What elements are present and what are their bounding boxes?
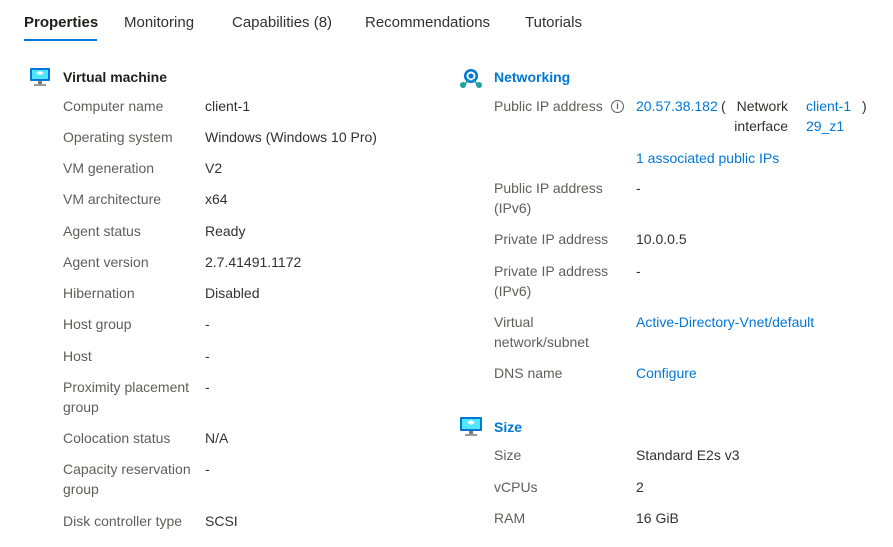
vm-value-host: -	[205, 348, 210, 364]
vm-label-host-group: Host group	[63, 316, 132, 332]
tab-recommendations[interactable]: Recommendations	[365, 14, 490, 31]
vm-label-architecture: VM architecture	[63, 191, 162, 207]
size-label-ram: RAM	[494, 510, 526, 526]
net-paren-open: (	[721, 98, 726, 114]
vm-label-disk-controller-type: Disk controller type	[63, 513, 183, 529]
tab-bar: Properties Monitoring Capabilities (8) R…	[0, 0, 893, 48]
vm-value-agent-status: Ready	[205, 223, 246, 239]
vm-label-host: Host	[63, 348, 92, 364]
net-label-public-ip: Public IP address	[494, 98, 603, 114]
net-label-dns-name: DNS name	[494, 365, 563, 381]
networking-section-title[interactable]: Networking	[494, 69, 570, 85]
info-icon[interactable]: i	[611, 100, 624, 113]
vm-value-proximity-placement-group: -	[205, 379, 210, 395]
vm-value-hibernation: Disabled	[205, 285, 260, 301]
size-value-vcpus: 2	[636, 479, 644, 495]
net-associated-public-ips-link[interactable]: 1 associated public IPs	[636, 148, 779, 168]
net-value-private-ip-ipv6: -	[636, 263, 641, 279]
size-icon	[460, 417, 482, 436]
net-value-public-ip-ipv6: -	[636, 180, 641, 196]
tab-tutorials[interactable]: Tutorials	[525, 14, 582, 31]
vm-label-os: Operating system	[63, 129, 173, 145]
vm-label-agent-version: Agent version	[63, 254, 149, 270]
vm-label-agent-status: Agent status	[63, 223, 141, 239]
vm-label-capacity-reservation-group: Capacity reservation group	[63, 461, 191, 497]
size-label-vcpus: vCPUs	[494, 479, 538, 495]
active-tab-indicator	[24, 39, 97, 41]
vm-value-agent-version: 2.7.41491.1172	[205, 254, 302, 270]
vm-value-os: Windows (Windows 10 Pro)	[205, 129, 377, 145]
vm-value-computer-name: client-1	[205, 98, 251, 114]
size-section-title[interactable]: Size	[494, 419, 522, 435]
networking-icon	[460, 69, 482, 88]
vm-value-capacity-reservation-group: -	[205, 461, 210, 477]
tab-monitoring[interactable]: Monitoring	[124, 14, 194, 31]
size-value-size: Standard E2s v3	[636, 447, 740, 463]
net-label-private-ip: Private IP address	[494, 231, 609, 247]
net-value-dns-configure[interactable]: Configure	[636, 363, 697, 383]
tab-properties[interactable]: Properties	[24, 14, 98, 31]
vm-value-host-group: -	[205, 316, 210, 332]
net-label-network-interface: Network interface	[734, 98, 788, 134]
tab-capabilities[interactable]: Capabilities (8)	[232, 14, 332, 31]
vm-value-architecture: x64	[205, 191, 228, 207]
net-value-virtual-network[interactable]: Active-Directory-Vnet/default	[636, 312, 814, 332]
net-label-public-ip-ipv6: Public IP address (IPv6)	[494, 180, 603, 216]
vm-label-colocation-status: Colocation status	[63, 430, 171, 446]
vm-label-proximity-placement-group: Proximity placement group	[63, 379, 190, 415]
net-label-private-ip-ipv6: Private IP address (IPv6)	[494, 263, 609, 299]
vm-label-hibernation: Hibernation	[63, 285, 135, 301]
vm-value-disk-controller-type: SCSI	[205, 513, 238, 529]
net-paren-close: )	[862, 98, 867, 114]
net-label-virtual-network: Virtual network/subnet	[494, 314, 589, 350]
net-value-public-ip[interactable]: 20.57.38.182	[636, 96, 718, 116]
vm-section-title: Virtual machine	[63, 69, 168, 85]
vm-value-colocation-status: N/A	[205, 430, 229, 446]
vm-label-computer-name: Computer name	[63, 98, 164, 114]
net-value-network-interface[interactable]: client-129_z1	[806, 96, 856, 136]
size-label-size: Size	[494, 447, 522, 463]
virtual-machine-icon	[30, 68, 50, 86]
vm-value-generation: V2	[205, 160, 223, 176]
net-value-private-ip: 10.0.0.5	[636, 231, 687, 247]
size-value-ram: 16 GiB	[636, 510, 679, 526]
vm-label-generation: VM generation	[63, 160, 155, 176]
